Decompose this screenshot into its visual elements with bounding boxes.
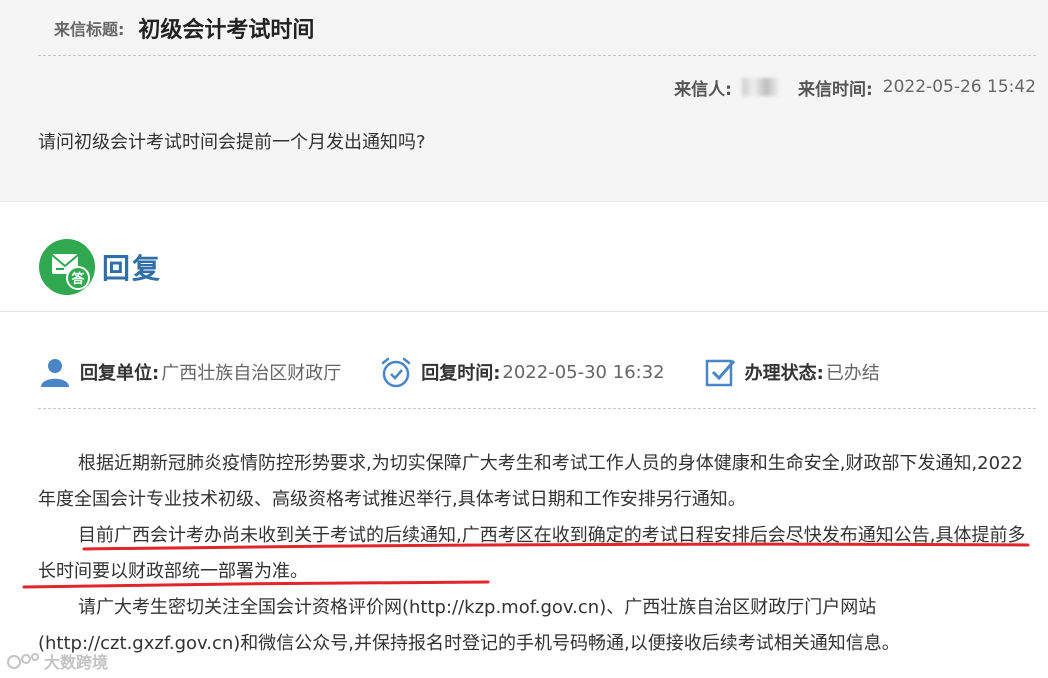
letter-time-label: 来信时间: <box>797 79 873 100</box>
alarm-clock-icon <box>381 357 411 388</box>
letter-meta: 来信人: 来信时间: 2022-05-26 15:42 <box>674 74 1036 100</box>
letter-time: 2022-05-26 15:42 <box>882 77 1036 97</box>
reply-unit-label: 回复单位: <box>80 363 160 384</box>
subject-row: 来信标题: 初级会计考试时间 <box>54 12 314 44</box>
sender-label: 来信人: <box>674 79 732 100</box>
section-separator <box>0 311 1048 312</box>
user-icon <box>41 359 69 387</box>
reply-info-row: 回复单位: 广西壮族自治区财政厅 回复时间: 2022-05-30 16:32 … <box>38 352 918 392</box>
svg-text:答: 答 <box>71 271 85 287</box>
reply-envelope-icon: 答 <box>39 239 95 295</box>
letter-question: 请问初级会计考试时间会提前一个月发出通知吗? <box>38 132 426 153</box>
reply-title: 回复 <box>102 252 163 285</box>
reply-content: 根据近期新冠肺炎疫情防控形势要求,为切实保障广大考生和考试工作人员的身体健康和生… <box>38 446 1030 662</box>
sender-name-blurred <box>741 78 778 96</box>
divider <box>38 408 1036 409</box>
watermark-text: 大数跨境 <box>44 653 109 672</box>
letter-subject: 初级会计考试时间 <box>138 18 315 43</box>
subject-label: 来信标题: <box>54 20 125 39</box>
reply-paragraph: 请广大考生密切关注全国会计资格评价网(http://kzp.mof.gov.cn… <box>38 597 900 654</box>
checkbox-icon <box>705 359 735 387</box>
reply-time: 2022-05-30 16:32 <box>502 361 665 383</box>
reply-unit: 广西壮族自治区财政厅 <box>161 363 342 384</box>
watermark-logo-icon <box>7 653 39 669</box>
red-underline-annotation <box>82 542 1030 551</box>
status-label: 办理状态: <box>744 363 824 384</box>
watermark: 大数跨境 <box>6 648 108 674</box>
reply-header: 答 回复 <box>38 237 162 297</box>
status-value: 已办结 <box>825 363 880 384</box>
reply-paragraph: 根据近期新冠肺炎疫情防控形势要求,为切实保障广大考生和考试工作人员的身体健康和生… <box>38 453 1023 510</box>
divider <box>38 55 1036 56</box>
letter-panel: 来信标题: 初级会计考试时间 来信人: 来信时间: 2022-05-26 15:… <box>0 0 1048 202</box>
reply-time-item: 回复时间: 2022-05-30 16:32 <box>379 355 665 389</box>
red-underline-annotation <box>22 580 490 589</box>
reply-unit-item: 回复单位: 广西壮族自治区财政厅 <box>38 355 341 389</box>
reply-time-label: 回复时间: <box>421 363 501 384</box>
status-item: 办理状态: 已办结 <box>703 355 880 389</box>
